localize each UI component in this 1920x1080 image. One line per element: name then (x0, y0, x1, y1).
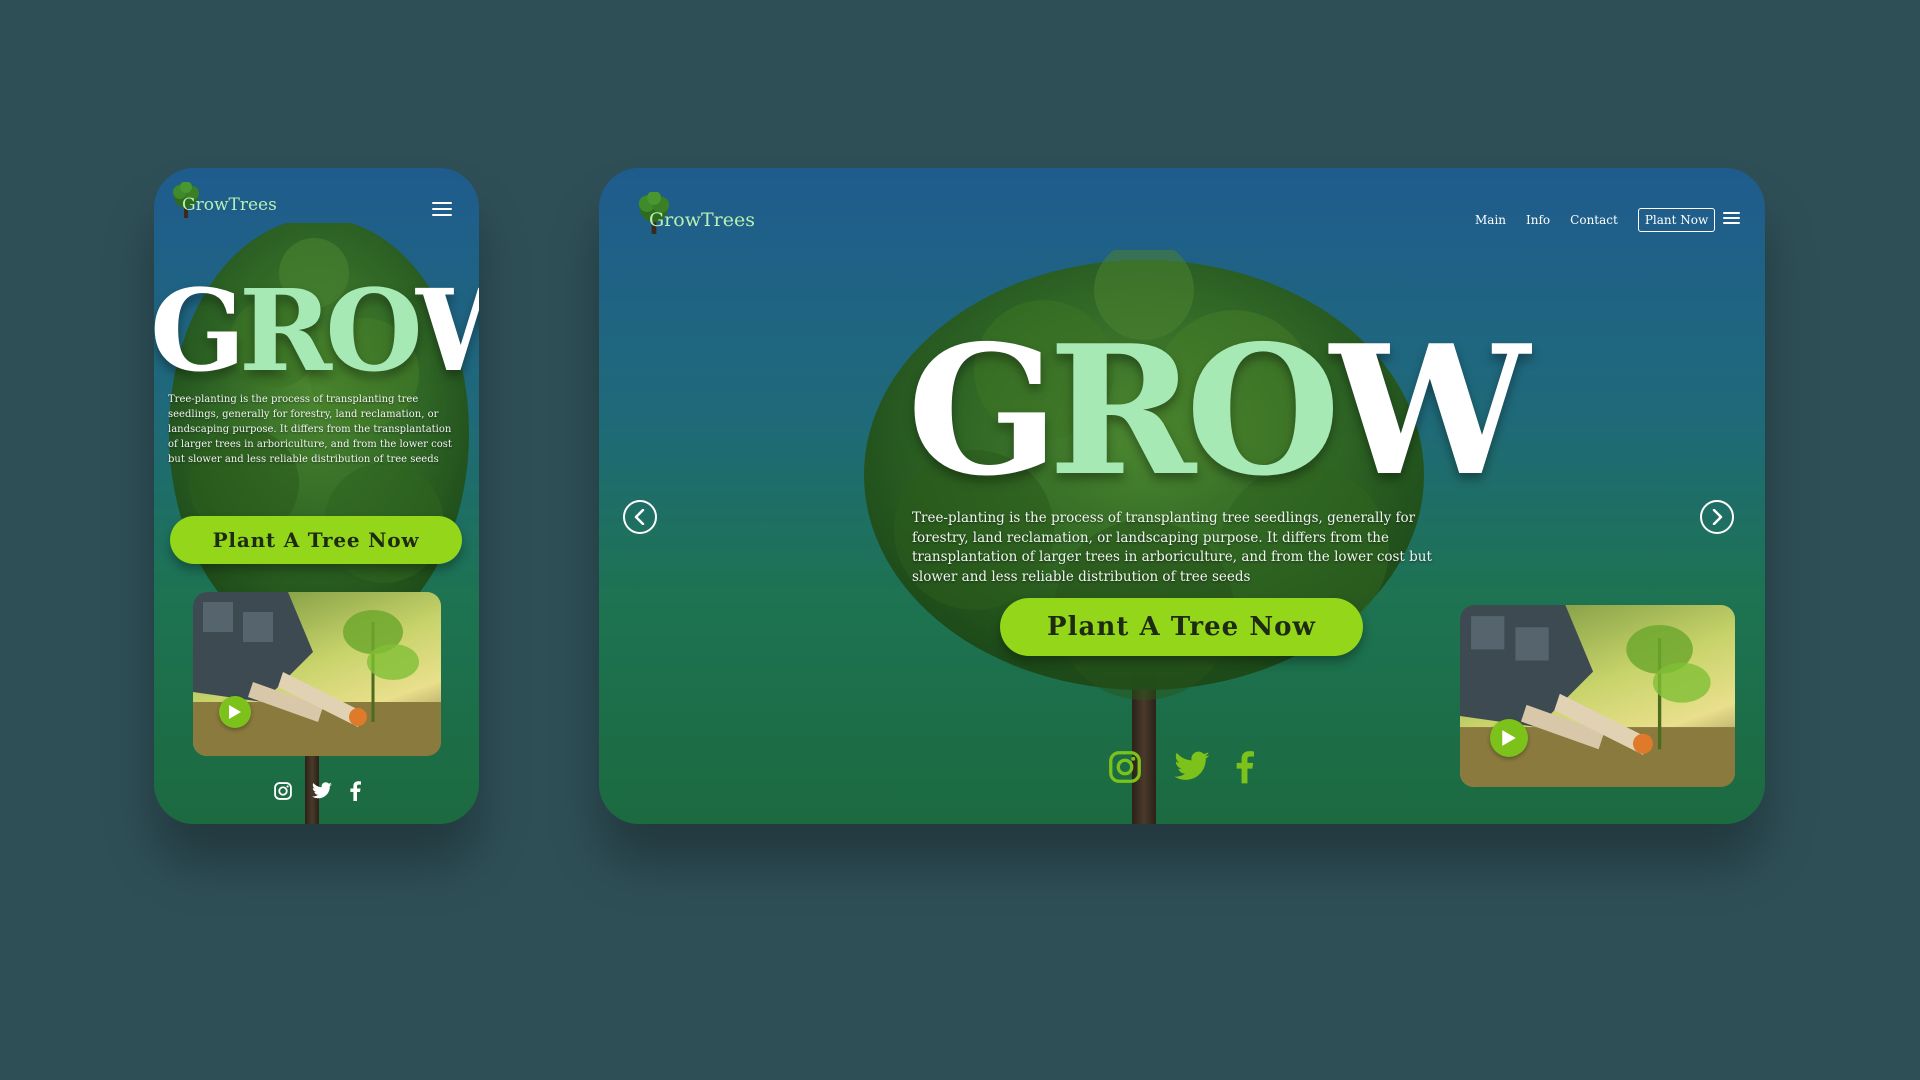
hero-headline: GROW (907, 306, 1530, 515)
hero-description: Tree-planting is the process of transpla… (912, 510, 1432, 585)
desktop-mockup: GrowTrees Main Info Contact Plant Now GR… (599, 168, 1765, 824)
video-thumbnail[interactable] (1460, 605, 1735, 787)
brand-logo[interactable]: GrowTrees (170, 181, 277, 218)
play-button-icon[interactable] (219, 696, 251, 728)
logo-text: GrowTrees (649, 209, 755, 231)
instagram-icon[interactable] (272, 780, 294, 802)
hero-description: Tree-planting is the process of transpla… (168, 394, 452, 465)
next-slide-arrow-icon[interactable] (1700, 500, 1734, 534)
twitter-icon[interactable] (1172, 749, 1212, 785)
plant-now-button[interactable]: Plant Now (1637, 208, 1716, 232)
hero-headline: GROW (154, 266, 479, 397)
facebook-icon[interactable] (1234, 749, 1256, 785)
social-links (272, 780, 362, 802)
plant-tree-button[interactable]: Plant A Tree Now (170, 516, 462, 564)
social-links (1106, 748, 1256, 786)
hamburger-menu-icon[interactable] (1723, 212, 1740, 224)
nav-contact[interactable]: Contact (1570, 213, 1618, 227)
prev-slide-arrow-icon[interactable] (623, 500, 657, 534)
video-thumbnail[interactable] (193, 592, 441, 756)
play-button-icon[interactable] (1490, 719, 1528, 757)
hamburger-menu-icon[interactable] (432, 202, 452, 216)
logo-text: GrowTrees (182, 195, 277, 215)
nav-main[interactable]: Main (1475, 213, 1506, 227)
mobile-mockup: GrowTrees GROW Tree-planting is the proc… (154, 168, 479, 824)
top-nav: Main Info Contact Plant Now (1475, 208, 1737, 232)
nav-info[interactable]: Info (1526, 213, 1550, 227)
instagram-icon[interactable] (1106, 748, 1144, 786)
brand-logo[interactable]: GrowTrees (635, 190, 755, 234)
facebook-icon[interactable] (348, 780, 362, 802)
plant-tree-button[interactable]: Plant A Tree Now (1000, 598, 1363, 656)
twitter-icon[interactable] (310, 780, 334, 802)
